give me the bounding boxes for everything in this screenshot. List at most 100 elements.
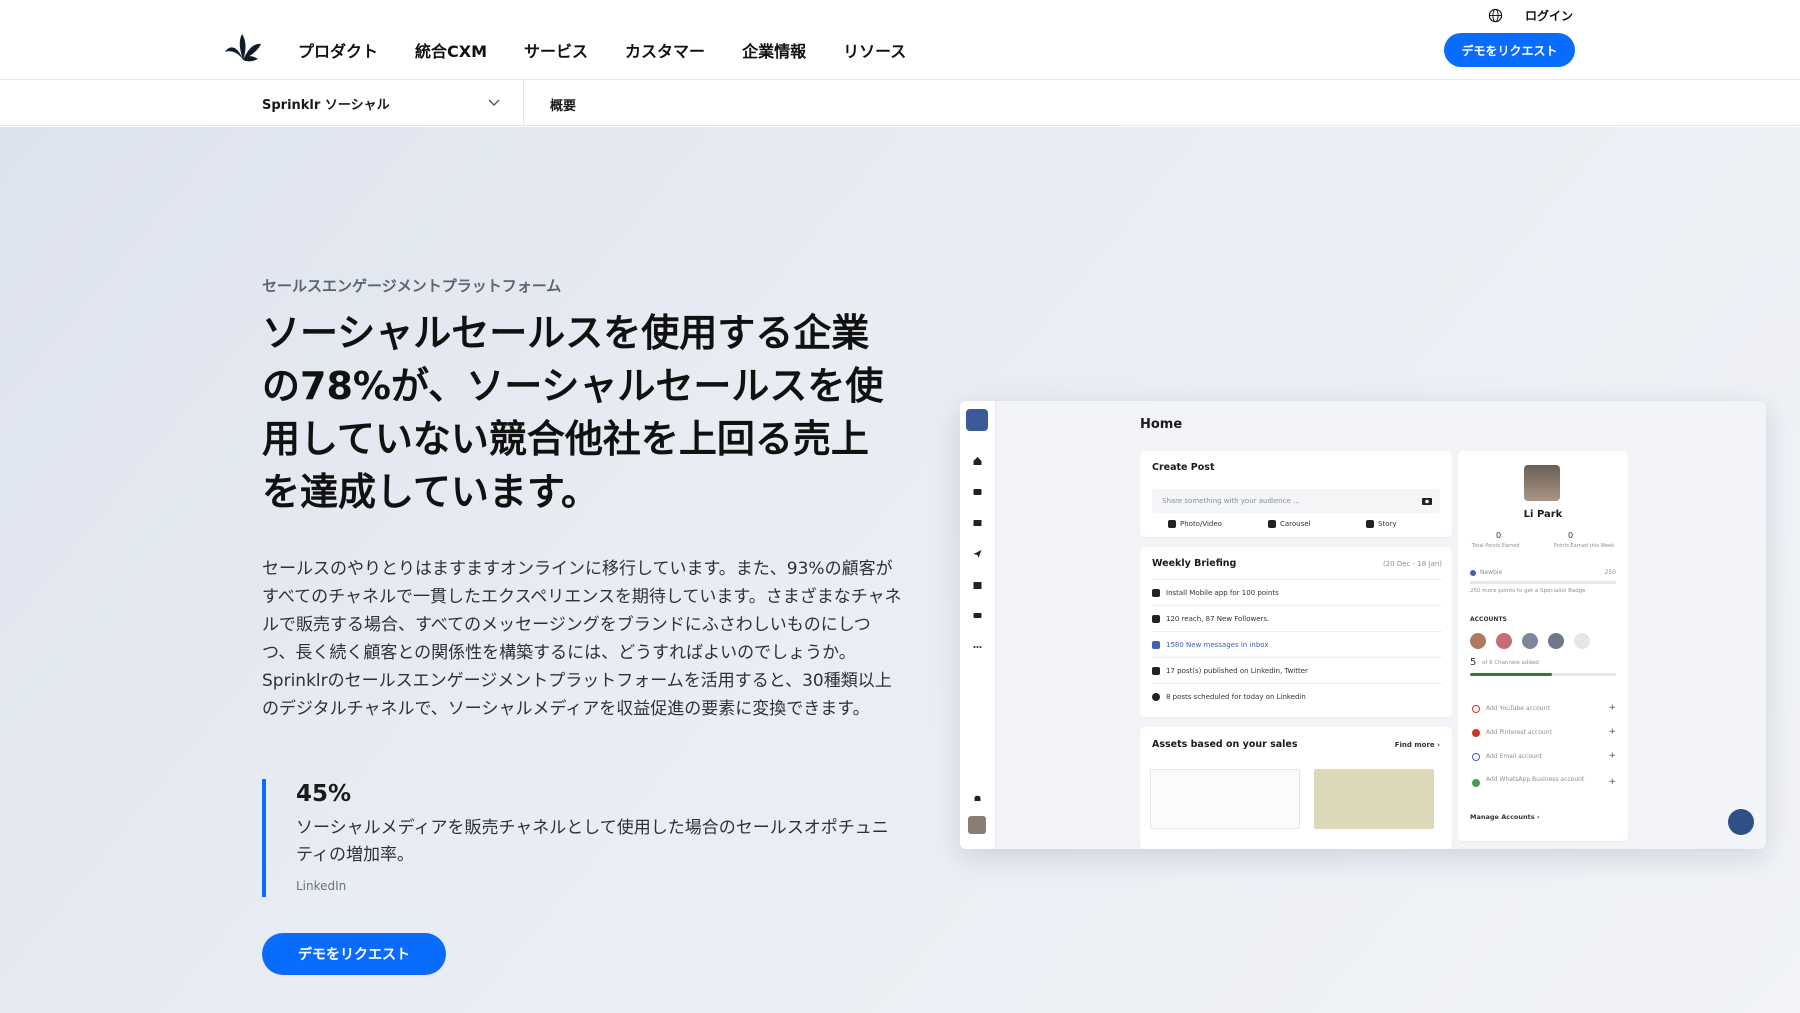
- badge-name: Newbie: [1480, 569, 1503, 576]
- divider: [1152, 631, 1442, 632]
- list-item: 120 reach, 87 New Followers.: [1166, 615, 1270, 623]
- add-account-item: Add Email account: [1486, 753, 1542, 760]
- home-icon: [973, 457, 982, 465]
- mail-icon: [973, 520, 982, 526]
- nav-item-product[interactable]: プロダクト: [298, 38, 378, 62]
- clock-icon: [1152, 693, 1160, 701]
- top-navigation: プロダクト 統合CXM サービス カスタマー 企業情報 リソース ログイン デモ…: [0, 0, 1800, 80]
- chat-icon: [973, 613, 982, 618]
- accounts-note: of 9 Channels added: [1482, 660, 1539, 666]
- profile-card: Li Park 0 Total Points Earned 0 Points E…: [1458, 451, 1628, 841]
- email-icon: [1472, 753, 1480, 761]
- plus-icon: +: [1608, 727, 1616, 737]
- divider: [523, 80, 524, 126]
- product-dropdown[interactable]: Sprinklr ソーシャル: [262, 80, 524, 126]
- chart-icon: [1152, 615, 1160, 623]
- week-points-value: 0: [1568, 531, 1574, 540]
- mockup-page-title: Home: [1140, 417, 1183, 432]
- main-menu: プロダクト 統合CXM サービス カスタマー 企業情報 リソース: [298, 38, 906, 62]
- stat-description: ソーシャルメディアを販売チャネルとして使用した場合のセールスオポチュニティの増加…: [296, 818, 889, 865]
- send-icon: [973, 550, 982, 558]
- avatar: [1548, 633, 1564, 649]
- stat-value: 45%: [296, 781, 352, 807]
- divider: [1152, 579, 1442, 580]
- more-icon: [973, 646, 982, 648]
- add-account-item: Add YouTube account: [1486, 705, 1550, 712]
- profile-name: Li Park: [1523, 509, 1563, 520]
- stat-source: LinkedIn: [296, 879, 347, 893]
- hero-eyebrow: セールスエンゲージメントプラットフォーム: [262, 277, 562, 295]
- divider: [1152, 683, 1442, 684]
- compose-icon: [1728, 809, 1754, 835]
- accounts-count: 5: [1470, 657, 1477, 668]
- badge-note: 250 more points to get a Specialist Badg…: [1470, 588, 1586, 594]
- login-link[interactable]: ログイン: [1525, 7, 1573, 24]
- accounts-progress-fill: [1470, 673, 1552, 676]
- create-post-card: Create Post Share something with your au…: [1140, 451, 1452, 537]
- nav-item-company[interactable]: 企業情報: [742, 38, 806, 62]
- plus-icon: +: [1608, 751, 1616, 761]
- sprinklr-logo-icon[interactable]: [222, 30, 264, 64]
- add-account-item: Add WhatsApp Business account: [1486, 776, 1585, 783]
- request-demo-button[interactable]: デモをリクエスト: [262, 933, 446, 975]
- asset-thumbnail: [1314, 769, 1434, 829]
- avatar: [1524, 465, 1560, 501]
- plus-icon: +: [1608, 703, 1616, 713]
- create-post-title: Create Post: [1152, 462, 1215, 473]
- assets-card: Assets based on your sales Find more ›: [1140, 727, 1452, 849]
- avatar: [1470, 633, 1486, 649]
- hero-headline: ソーシャルセールスを使用する企業の78%が、ソーシャルセールスを使用していない競…: [262, 311, 884, 514]
- nav-item-unified-cxm[interactable]: 統合CXM: [415, 38, 487, 62]
- list-item: 17 post(s) published on Linkedin, Twitte…: [1166, 667, 1308, 675]
- list-item: Install Mobile app for 100 points: [1166, 589, 1279, 597]
- carousel-icon: [1268, 520, 1276, 528]
- hero-body-text: セールスのやりとりはますますオンラインに移行しています。また、93%の顧客がすべ…: [262, 559, 902, 719]
- plus-icon: +: [1608, 777, 1616, 787]
- manage-accounts-link: Manage Accounts ›: [1470, 813, 1540, 821]
- product-screenshot: Home Create Post Share something with yo…: [960, 401, 1766, 849]
- weekly-briefing-range: (20 Dec - 18 Jan): [1382, 560, 1442, 568]
- badge-points: 250: [1604, 569, 1616, 576]
- avatar: [968, 816, 986, 834]
- nav-item-customers[interactable]: カスタマー: [625, 38, 705, 62]
- avatar: [1522, 633, 1538, 649]
- avatar: [1496, 633, 1512, 649]
- tab-overview[interactable]: 概要: [550, 95, 576, 114]
- weekly-briefing-card: Weekly Briefing (20 Dec - 18 Jan) Instal…: [1140, 547, 1452, 717]
- badge-progress: [1470, 581, 1616, 584]
- divider: [1152, 605, 1442, 606]
- youtube-icon: [1472, 705, 1480, 713]
- photo-video-action: Photo/Video: [1180, 520, 1222, 528]
- app-logo-icon: [966, 409, 988, 431]
- camera-icon: [1422, 498, 1432, 505]
- share-input: Share something with your audience ...: [1152, 489, 1440, 513]
- avatar: [1574, 633, 1590, 649]
- nav-item-resources[interactable]: リソース: [843, 38, 906, 62]
- message-icon: [1152, 641, 1160, 649]
- accounts-label: ACCOUNTS: [1470, 616, 1507, 623]
- find-more-link: Find more ›: [1394, 741, 1440, 749]
- total-points-value: 0: [1496, 531, 1502, 540]
- total-points-label: Total Points Earned: [1472, 543, 1520, 549]
- utility-links: ログイン: [1488, 7, 1573, 24]
- chevron-down-icon: [488, 99, 500, 106]
- app-sidebar: [960, 401, 996, 849]
- accounts-progress: [1470, 673, 1616, 676]
- nav-item-services[interactable]: サービス: [524, 38, 588, 62]
- globe-icon[interactable]: [1488, 8, 1503, 23]
- request-demo-button-header[interactable]: デモをリクエスト: [1444, 33, 1575, 67]
- asset-thumbnail: [1150, 769, 1300, 829]
- story-action: Story: [1378, 520, 1397, 528]
- assets-title: Assets based on your sales: [1152, 739, 1298, 750]
- badge-icon: [1470, 570, 1476, 576]
- calendar-icon: [973, 582, 982, 589]
- carousel-action: Carousel: [1280, 520, 1311, 528]
- product-dropdown-label: Sprinklr ソーシャル: [262, 97, 390, 113]
- add-account-item: Add Pinterest account: [1486, 729, 1552, 736]
- inbox-icon: [973, 489, 982, 495]
- bell-icon: [974, 795, 981, 801]
- list-item: 1580 New messages in inbox: [1166, 641, 1269, 649]
- send-icon: [1152, 667, 1160, 675]
- share-placeholder: Share something with your audience ...: [1162, 497, 1300, 505]
- hero-section: セールスエンゲージメントプラットフォーム ソーシャルセールスを使用する企業の78…: [0, 127, 1800, 1013]
